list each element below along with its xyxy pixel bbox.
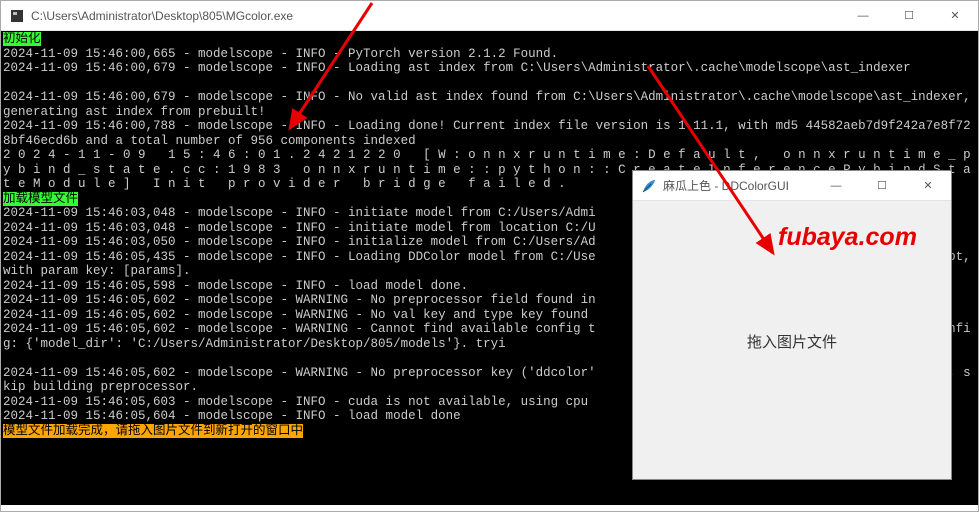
popup-titlebar[interactable]: 麻瓜上色 - DDColorGUI — ☐ ✕ (633, 171, 951, 201)
console-label-init: 初始化 (3, 32, 41, 46)
console-label-done: 模型文件加载完成，请拖入图片文件到新打开的窗口中 (3, 424, 303, 438)
app-icon (9, 8, 25, 24)
popup-window-controls: — ☐ ✕ (813, 171, 951, 201)
popup-close-button[interactable]: ✕ (905, 171, 951, 201)
main-window-title: C:\Users\Administrator\Desktop\805\MGcol… (31, 9, 840, 23)
popup-minimize-button[interactable]: — (813, 171, 859, 201)
maximize-button[interactable]: ☐ (886, 1, 932, 31)
console-label-load: 加载模型文件 (3, 192, 78, 206)
minimize-button[interactable]: — (840, 1, 886, 31)
popup-maximize-button[interactable]: ☐ (859, 171, 905, 201)
popup-window: 麻瓜上色 - DDColorGUI — ☐ ✕ 拖入图片文件 (632, 170, 952, 480)
watermark-text: fubaya.com (778, 223, 917, 252)
main-window-controls: — ☐ ✕ (840, 1, 978, 31)
feather-icon (641, 178, 657, 194)
popup-window-title: 麻瓜上色 - DDColorGUI (663, 177, 813, 194)
popup-drop-label: 拖入图片文件 (747, 331, 837, 352)
main-titlebar[interactable]: C:\Users\Administrator\Desktop\805\MGcol… (1, 1, 978, 31)
close-button[interactable]: ✕ (932, 1, 978, 31)
